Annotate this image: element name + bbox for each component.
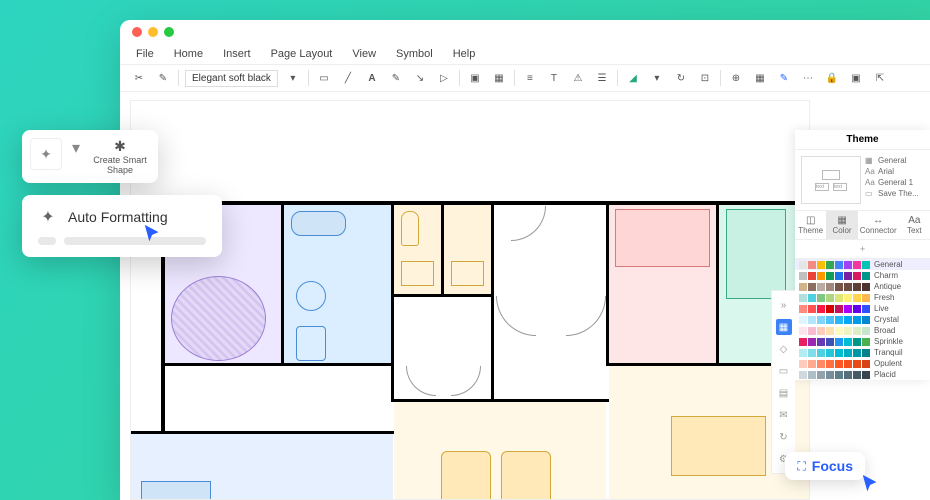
layers-icon[interactable]: ▣ bbox=[466, 69, 484, 87]
fill-icon[interactable]: ◢ bbox=[624, 69, 642, 87]
create-smart-shape-button[interactable]: ✱ Create Smart Shape bbox=[90, 138, 150, 175]
search-icon[interactable]: ⊕ bbox=[727, 69, 745, 87]
add-palette-button[interactable]: + bbox=[795, 240, 930, 259]
line-tool-icon[interactable]: ╱ bbox=[339, 69, 357, 87]
cycle-icon[interactable]: ↻ bbox=[672, 69, 690, 87]
focus-label: Focus bbox=[812, 458, 853, 474]
menu-page-layout[interactable]: Page Layout bbox=[271, 48, 333, 60]
palette-list: GeneralCharmAntiqueFreshLiveCrystalBroad… bbox=[795, 259, 930, 380]
cursor-icon bbox=[860, 473, 882, 495]
canvas[interactable] bbox=[130, 100, 810, 500]
layers-nav-icon[interactable]: ▤ bbox=[776, 385, 792, 401]
theme-opt[interactable]: AaArial bbox=[865, 167, 919, 176]
panel-nav-icons: » ▦ ◇ ▭ ▤ ✉ ↻ ⚙ bbox=[771, 290, 795, 474]
palette-row[interactable]: Charm bbox=[795, 270, 930, 281]
palette-row[interactable]: Placid bbox=[795, 369, 930, 380]
text-tool-icon[interactable]: A bbox=[363, 69, 381, 87]
palette-row[interactable]: Opulent bbox=[795, 358, 930, 369]
floorplan bbox=[161, 131, 810, 500]
palette-row[interactable]: Broad bbox=[795, 325, 930, 336]
pen-tool-icon[interactable]: ✎ bbox=[387, 69, 405, 87]
image-icon[interactable]: ▦ bbox=[751, 69, 769, 87]
menu-home[interactable]: Home bbox=[174, 48, 203, 60]
palette-row[interactable]: Crystal bbox=[795, 314, 930, 325]
auto-formatting-popup: ✦ Auto Formatting bbox=[22, 195, 222, 257]
theme-opt[interactable]: ▭Save The... bbox=[865, 189, 919, 198]
smart-shape-popup: ✦ ▾ ✱ Create Smart Shape bbox=[22, 130, 158, 183]
lock-icon[interactable]: 🔒 bbox=[823, 69, 841, 87]
maximize-window-button[interactable] bbox=[164, 27, 174, 37]
palette-row[interactable]: Live bbox=[795, 303, 930, 314]
theme-panel-title: Theme bbox=[795, 130, 930, 150]
palette-row[interactable]: Antique bbox=[795, 281, 930, 292]
edit-icon[interactable]: ✎ bbox=[775, 69, 793, 87]
cut-icon[interactable]: ✂ bbox=[130, 69, 148, 87]
palette-row[interactable]: Tranquil bbox=[795, 347, 930, 358]
paint-icon[interactable]: ✎ bbox=[154, 69, 172, 87]
theme-options: ▦General AaArial AaGeneral 1 ▭Save The... bbox=[865, 156, 919, 204]
palette-row[interactable]: General bbox=[795, 259, 930, 270]
cursor-icon bbox=[142, 223, 164, 245]
align-icon[interactable]: ≡ bbox=[521, 69, 539, 87]
theme-thumb[interactable]: texttext bbox=[801, 156, 861, 204]
focus-button[interactable]: ⛶ Focus bbox=[785, 452, 865, 480]
toolbar: ✂ ✎ Elegant soft black ▾ ▭ ╱ A ✎ ↘ ▷ ▣ ▦… bbox=[120, 64, 930, 92]
rect-tool-icon[interactable]: ▭ bbox=[315, 69, 333, 87]
dropdown-icon[interactable]: ▾ bbox=[70, 138, 82, 158]
comment-nav-icon[interactable]: ✉ bbox=[776, 407, 792, 423]
theme-panel: » ▦ ◇ ▭ ▤ ✉ ↻ ⚙ Theme texttext ▦GeneralA… bbox=[795, 130, 930, 380]
slider[interactable] bbox=[38, 237, 206, 245]
connector-icon[interactable]: ↘ bbox=[411, 69, 429, 87]
export-icon[interactable]: ▣ bbox=[847, 69, 865, 87]
collapse-icon[interactable]: » bbox=[776, 297, 792, 313]
theme-icon[interactable]: ▦ bbox=[776, 319, 792, 335]
palette-row[interactable]: Fresh bbox=[795, 292, 930, 303]
theme-opt[interactable]: ▦General bbox=[865, 156, 919, 165]
pointer-icon[interactable]: ▷ bbox=[435, 69, 453, 87]
more-icon[interactable]: ⋯ bbox=[799, 69, 817, 87]
menu-insert[interactable]: Insert bbox=[223, 48, 251, 60]
grid-icon[interactable]: ▦ bbox=[490, 69, 508, 87]
theme-tab-theme[interactable]: ◫Theme bbox=[795, 211, 826, 239]
history-nav-icon[interactable]: ↻ bbox=[776, 429, 792, 445]
share-icon[interactable]: ⇱ bbox=[871, 69, 889, 87]
bucket-icon[interactable]: ▾ bbox=[648, 69, 666, 87]
theme-tabs: ◫Theme▦Color↔ConnectorAaText bbox=[795, 210, 930, 240]
create-smart-shape-label: Create Smart Shape bbox=[90, 155, 150, 175]
shape-nav-icon[interactable]: ◇ bbox=[776, 341, 792, 357]
menubar: File Home Insert Page Layout View Symbol Help bbox=[120, 44, 930, 64]
crop-icon[interactable]: ⊡ bbox=[696, 69, 714, 87]
list-icon[interactable]: ☰ bbox=[593, 69, 611, 87]
menu-view[interactable]: View bbox=[352, 48, 376, 60]
warning-icon[interactable]: ⚠ bbox=[569, 69, 587, 87]
theme-tab-color[interactable]: ▦Color bbox=[826, 211, 857, 239]
focus-icon: ⛶ bbox=[797, 459, 805, 474]
dropdown-icon[interactable]: ▾ bbox=[284, 69, 302, 87]
theme-opt[interactable]: AaGeneral 1 bbox=[865, 178, 919, 187]
ai-sparkle-icon[interactable]: ✦ bbox=[30, 138, 62, 170]
menu-file[interactable]: File bbox=[136, 48, 154, 60]
theme-tab-text[interactable]: AaText bbox=[899, 211, 930, 239]
sparkle-icon: ✦ bbox=[38, 207, 58, 227]
page-nav-icon[interactable]: ▭ bbox=[776, 363, 792, 379]
titlebar bbox=[120, 20, 930, 44]
palette-row[interactable]: Sprinkle bbox=[795, 336, 930, 347]
theme-tab-connector[interactable]: ↔Connector bbox=[858, 211, 899, 239]
font-select[interactable]: Elegant soft black bbox=[185, 70, 278, 87]
minimize-window-button[interactable] bbox=[148, 27, 158, 37]
close-window-button[interactable] bbox=[132, 27, 142, 37]
menu-help[interactable]: Help bbox=[453, 48, 476, 60]
menu-symbol[interactable]: Symbol bbox=[396, 48, 433, 60]
theme-preview: texttext ▦General AaArial AaGeneral 1 ▭Save… bbox=[795, 150, 930, 210]
text-icon[interactable]: T bbox=[545, 69, 563, 87]
